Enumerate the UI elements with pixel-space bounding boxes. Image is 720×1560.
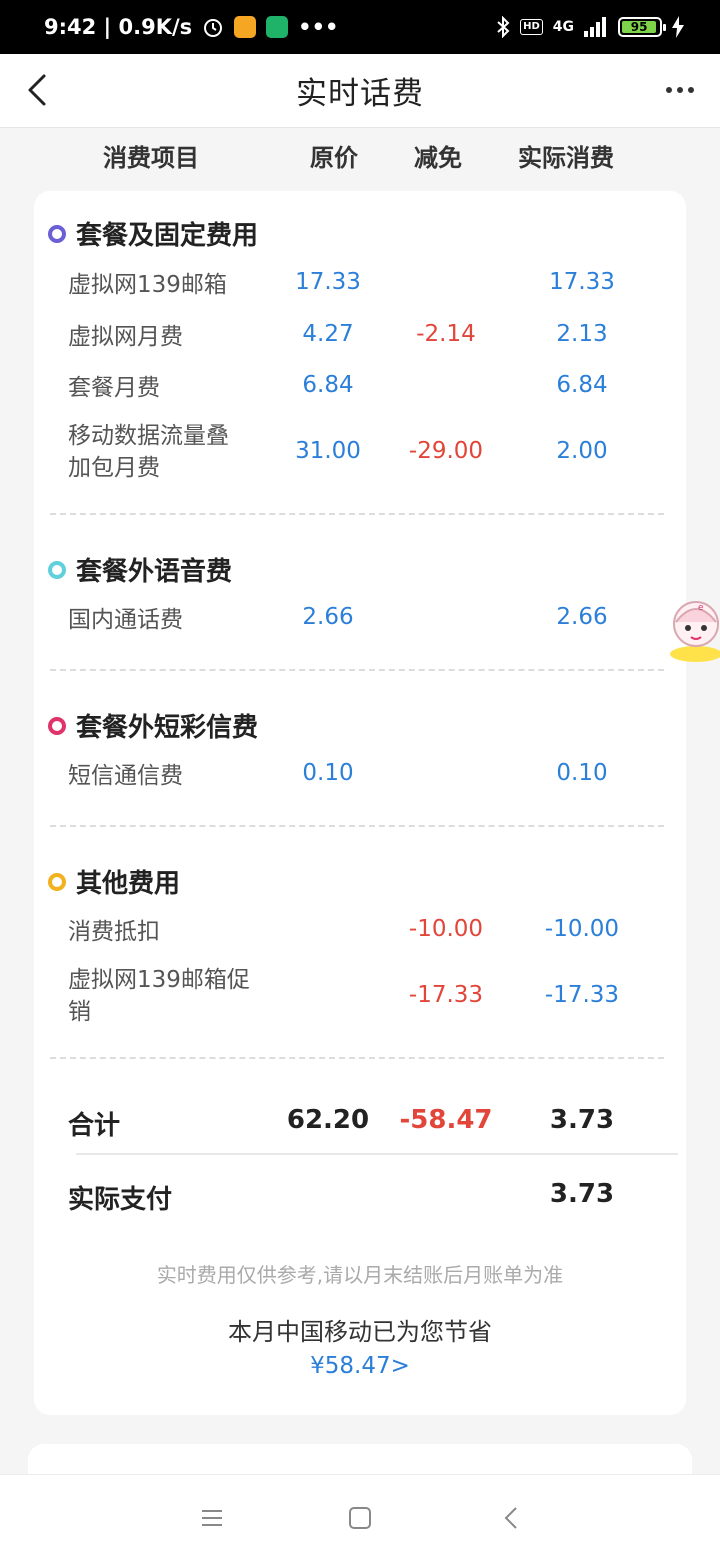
section-title-text: 套餐外语音费 <box>76 557 233 587</box>
menu-icon <box>202 1510 222 1526</box>
fee-original: 0.10 <box>302 760 354 786</box>
signal-icon <box>584 17 608 37</box>
fee-original: 31.00 <box>295 438 361 464</box>
disclaimer-note: 实时费用仅供参考,请以月末结账后月账单为准 <box>156 1263 564 1287</box>
fee-name: 消费抵扣 <box>68 919 160 945</box>
fee-discount: -29.00 <box>408 438 484 464</box>
col-header-item: 消费项目 <box>103 144 199 172</box>
status-bar: 9:42 | 0.9K/s ••• HD 4G 95 <box>0 0 720 54</box>
fee-name: 短信通信费 <box>68 763 183 789</box>
fee-actual: 17.33 <box>549 269 615 295</box>
fee-actual: 6.84 <box>556 372 608 398</box>
more-dots-icon: ••• <box>298 15 339 39</box>
fee-original: 17.33 <box>295 269 361 295</box>
alarm-icon <box>202 16 224 38</box>
fee-actual: -17.33 <box>544 982 620 1008</box>
fee-name-line1: 虚拟网139邮箱促 <box>68 967 250 993</box>
more-dot <box>677 87 683 93</box>
divider <box>50 825 664 827</box>
network-label: 4G <box>552 19 574 35</box>
status-time: 9:42 | 0.9K/s <box>44 15 193 39</box>
fee-original: 6.84 <box>302 372 354 398</box>
fee-actual: 2.66 <box>556 604 608 630</box>
section-dot-icon <box>48 224 66 243</box>
more-dot <box>688 87 694 93</box>
savings-text: 本月中国移动已为您节省 <box>228 1318 492 1346</box>
divider <box>50 1057 664 1059</box>
payment-actual: 3.73 <box>549 1179 615 1209</box>
home-icon <box>349 1507 371 1529</box>
app-icon-green <box>266 16 289 38</box>
fee-actual: -10.00 <box>544 916 620 942</box>
total-label: 合计 <box>68 1111 121 1141</box>
back-button[interactable] <box>22 72 58 108</box>
fee-discount: -2.14 <box>416 321 476 347</box>
system-back-button[interactable] <box>497 1503 527 1533</box>
page-title: 实时话费 <box>296 76 424 112</box>
fee-name-line2: 销 <box>68 999 91 1025</box>
section-dot-icon <box>48 560 66 579</box>
section-title-package: 套餐及固定费用 <box>48 215 258 252</box>
total-actual: 3.73 <box>549 1105 615 1135</box>
svg-text:e: e <box>698 603 704 613</box>
fee-name: 国内通话费 <box>68 607 183 633</box>
chevron-left-icon <box>28 74 46 106</box>
more-horizontal-icon <box>666 87 672 93</box>
fee-discount: -17.33 <box>408 982 484 1008</box>
fee-name: 虚拟网139邮箱促 销 <box>68 964 250 1028</box>
fee-name: 虚拟网月费 <box>68 324 183 350</box>
app-header: 实时话费 <box>0 54 720 128</box>
battery-level: 95 <box>622 20 657 34</box>
fee-name-line2: 加包月费 <box>68 455 160 481</box>
payment-label: 实际支付 <box>68 1185 173 1215</box>
section-dot-icon <box>48 872 66 891</box>
section-title-text: 其他费用 <box>76 869 181 899</box>
hd-icon: HD <box>520 19 543 35</box>
fee-discount: -10.00 <box>408 916 484 942</box>
menu-button[interactable] <box>197 1503 227 1533</box>
divider <box>50 513 664 515</box>
total-discount: -58.47 <box>399 1105 493 1135</box>
bluetooth-icon <box>496 16 510 38</box>
battery-icon: 95 <box>618 17 666 37</box>
back-triangle-icon <box>504 1507 517 1529</box>
app-icon-orange <box>234 16 257 38</box>
more-button[interactable] <box>660 78 700 102</box>
divider <box>50 669 664 671</box>
fee-actual: 2.00 <box>556 438 608 464</box>
column-headers: 消费项目 原价 减免 实际消费 <box>0 132 720 176</box>
col-header-discount: 减免 <box>414 144 462 172</box>
section-dot-icon <box>48 716 66 735</box>
assistant-avatar-button[interactable]: e <box>668 596 720 662</box>
fee-original: 2.66 <box>302 604 354 630</box>
fee-actual: 0.10 <box>556 760 608 786</box>
system-nav-bar <box>0 1474 720 1560</box>
total-original: 62.20 <box>286 1105 370 1135</box>
fee-card: 套餐及固定费用 虚拟网139邮箱 17.33 17.33 虚拟网月费 4.27 … <box>34 191 686 1415</box>
col-header-original: 原价 <box>310 144 358 172</box>
section-title-sms: 套餐外短彩信费 <box>48 707 258 744</box>
assistant-avatar-icon: e <box>670 601 720 662</box>
col-header-actual: 实际消费 <box>518 144 614 172</box>
divider <box>76 1153 678 1155</box>
section-title-text: 套餐及固定费用 <box>76 221 259 251</box>
section-title-other: 其他费用 <box>48 863 180 900</box>
fee-name: 虚拟网139邮箱 <box>68 272 227 298</box>
fee-original: 4.27 <box>302 321 354 347</box>
home-button[interactable] <box>345 1503 375 1533</box>
section-title-voice: 套餐外语音费 <box>48 551 232 588</box>
fee-name: 套餐月费 <box>68 375 160 401</box>
fee-name: 移动数据流量叠 加包月费 <box>68 420 229 484</box>
section-title-text: 套餐外短彩信费 <box>76 713 259 743</box>
charging-icon <box>672 16 684 38</box>
fee-name-line1: 移动数据流量叠 <box>68 423 229 449</box>
fee-actual: 2.13 <box>556 321 608 347</box>
savings-link[interactable]: ¥58.47> <box>34 1353 686 1379</box>
